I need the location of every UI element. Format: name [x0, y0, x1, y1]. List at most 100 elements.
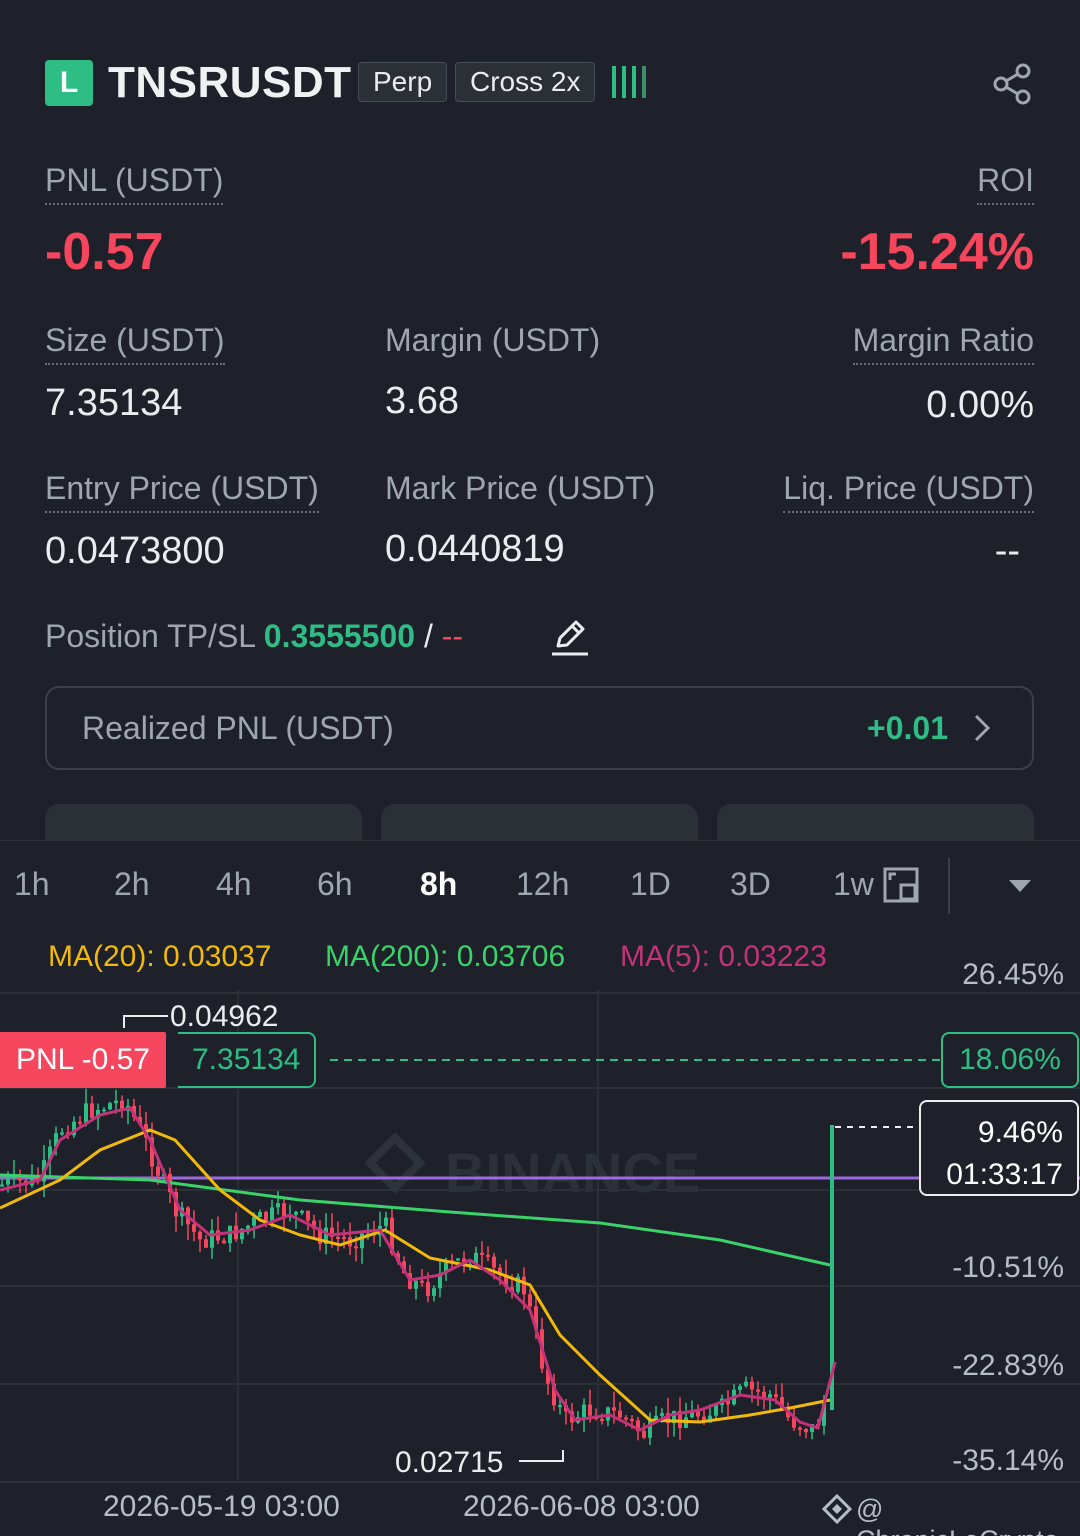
candle: [354, 1246, 358, 1249]
candle: [642, 1430, 646, 1438]
roi-label[interactable]: ROI: [977, 162, 1034, 205]
binance-watermark: BINANCE: [364, 1132, 700, 1204]
chevron-down-icon[interactable]: [1006, 876, 1034, 896]
action-button-1[interactable]: [45, 804, 362, 844]
binance-logo-icon: [821, 1493, 853, 1525]
pnl-chart-tag[interactable]: PNL -0.57: [0, 1032, 166, 1088]
toolbar-divider: [948, 858, 950, 914]
candle: [210, 1230, 214, 1248]
size-label[interactable]: Size (USDT): [45, 322, 225, 365]
current-pct: 9.46%: [977, 1116, 1063, 1149]
long-badge: L: [45, 60, 93, 106]
entry-price-value: 0.0473800: [45, 530, 225, 572]
margin-ratio-value: 0.00%: [926, 384, 1034, 426]
candle: [630, 1418, 634, 1421]
candle: [750, 1381, 754, 1390]
roi-value: -15.24%: [840, 223, 1034, 281]
candle: [714, 1405, 718, 1416]
candle: [798, 1427, 802, 1430]
candle: [618, 1410, 622, 1418]
tf-1h[interactable]: 1h: [14, 866, 50, 903]
tf-8h[interactable]: 8h: [420, 866, 457, 903]
candle: [270, 1207, 274, 1221]
tf-6h[interactable]: 6h: [317, 866, 353, 903]
ma200-line: [0, 1173, 831, 1267]
tp-roi-tag[interactable]: 18.06%: [941, 1032, 1079, 1088]
candle-countdown: 01:33:17: [946, 1158, 1063, 1191]
action-button-2[interactable]: [381, 804, 698, 844]
tf-3d[interactable]: 3D: [730, 866, 771, 903]
size-chart-tag[interactable]: 7.35134: [178, 1032, 317, 1088]
candle: [492, 1256, 496, 1268]
tf-4h[interactable]: 4h: [216, 866, 252, 903]
action-button-3[interactable]: [717, 804, 1034, 844]
candle: [342, 1237, 346, 1240]
low-marker-line: [519, 1450, 564, 1462]
candle: [294, 1211, 298, 1215]
entry-price-label[interactable]: Entry Price (USDT): [45, 470, 319, 513]
candle: [300, 1210, 304, 1213]
tf-1d[interactable]: 1D: [630, 866, 671, 903]
tf-2h[interactable]: 2h: [114, 866, 150, 903]
watermark-text: BINANCE: [445, 1141, 700, 1204]
candle: [612, 1407, 616, 1411]
candle: [588, 1404, 592, 1416]
candle: [420, 1280, 424, 1283]
candle: [456, 1258, 460, 1261]
margin-ratio-label[interactable]: Margin Ratio: [852, 322, 1034, 365]
candle: [198, 1231, 202, 1240]
realized-pnl-row[interactable]: Realized PNL (USDT) +0.01: [45, 686, 1034, 770]
candle: [522, 1276, 526, 1295]
y-axis-label: 26.45%: [962, 958, 1064, 991]
candle: [528, 1294, 532, 1307]
candle: [486, 1254, 490, 1257]
candle: [258, 1212, 262, 1218]
perp-tag: Perp: [358, 62, 448, 102]
ma20-legend: MA(20): 0.03037: [48, 940, 272, 973]
position-tpsl: Position TP/SL 0.3555500 / --: [45, 618, 463, 655]
candle: [744, 1381, 748, 1387]
candle: [276, 1203, 280, 1208]
high-price-label: 0.04962: [170, 1000, 278, 1033]
candle: [228, 1225, 232, 1244]
margin-mode-tag[interactable]: Cross 2x: [455, 62, 596, 102]
tf-1w[interactable]: 1w: [833, 866, 874, 903]
candle: [102, 1109, 106, 1112]
edit-tpsl-icon[interactable]: [548, 614, 592, 658]
high-marker-line: [123, 1015, 168, 1028]
pnl-label[interactable]: PNL (USDT): [45, 162, 224, 205]
y-axis-label: -22.83%: [952, 1349, 1064, 1382]
candle: [738, 1386, 742, 1390]
liq-price-label[interactable]: Liq. Price (USDT): [783, 470, 1034, 513]
candle: [264, 1212, 268, 1221]
candle: [762, 1391, 766, 1398]
sl-value: --: [441, 618, 464, 654]
liq-price-value: --: [994, 530, 1020, 572]
tf-12h[interactable]: 12h: [516, 866, 569, 903]
candle: [426, 1281, 430, 1296]
candle: [384, 1217, 388, 1226]
candle: [114, 1100, 118, 1104]
fullscreen-icon[interactable]: [882, 866, 920, 904]
candle: [600, 1419, 604, 1422]
candle: [756, 1389, 760, 1392]
candle: [6, 1178, 10, 1185]
candle: [336, 1236, 340, 1239]
size-value: 7.35134: [45, 382, 183, 424]
ma20-line: [0, 1128, 831, 1424]
candle: [246, 1225, 250, 1229]
x-axis-label: 2026-05-19 03:00: [103, 1490, 340, 1523]
realized-pnl-label: Realized PNL (USDT): [82, 710, 394, 746]
share-icon[interactable]: [988, 60, 1036, 108]
tpsl-label: Position TP/SL: [45, 618, 255, 654]
margin-label: Margin (USDT): [385, 322, 601, 358]
candle: [90, 1103, 94, 1118]
low-price-label: 0.02715: [395, 1446, 503, 1479]
candle: [432, 1288, 436, 1296]
candle: [108, 1103, 112, 1110]
mark-price-label: Mark Price (USDT): [385, 470, 656, 506]
candle: [558, 1405, 562, 1408]
mark-price-value: 0.0440819: [385, 528, 565, 570]
candle: [660, 1413, 664, 1416]
candle: [624, 1417, 628, 1420]
